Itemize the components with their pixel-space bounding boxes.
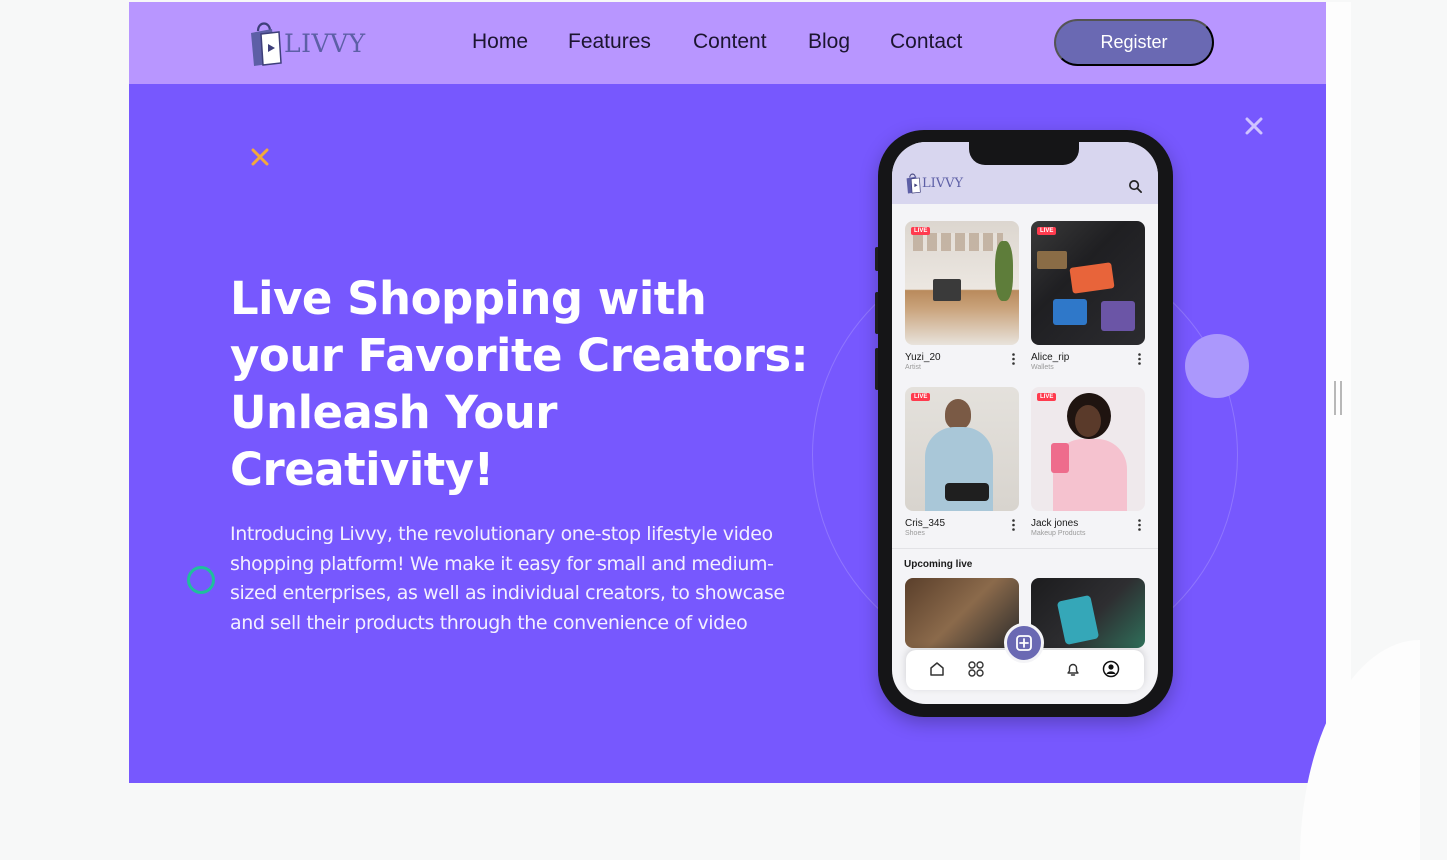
site-header: LIVVY Home Features Content Blog Contact… <box>129 2 1326 84</box>
creator-category: Makeup Products <box>1031 530 1086 537</box>
headline-line: Live Shopping with <box>230 272 707 325</box>
creator-name: Alice_rip <box>1031 352 1070 363</box>
search-icon[interactable] <box>1128 179 1143 194</box>
decorative-ring <box>187 566 215 594</box>
more-vertical-icon[interactable] <box>1012 519 1015 531</box>
creator-category: Wallets <box>1031 364 1054 371</box>
close-icon <box>251 148 269 166</box>
create-live-button[interactable] <box>1004 623 1044 663</box>
nav-item-home[interactable]: Home <box>472 30 528 54</box>
description-line: and sell their products through the conv… <box>230 611 748 634</box>
live-thumbnail: LIVE <box>1031 221 1145 345</box>
nav-item-blog[interactable]: Blog <box>808 30 850 54</box>
creator-name: Jack jones <box>1031 518 1079 529</box>
app-name: LIVVY <box>922 175 964 191</box>
upcoming-card[interactable] <box>1031 578 1145 648</box>
phone-mockup: LIVVY LIVE Yuzi_20 Artist LIVE Alice_rip… <box>878 130 1173 717</box>
creator-name: Cris_345 <box>905 518 946 529</box>
creator-category: Artist <box>905 364 921 371</box>
wallet-orange <box>1069 262 1115 294</box>
bag-play-icon <box>251 22 282 66</box>
brand-name: LIVVY <box>284 28 366 58</box>
creator-category: Shoes <box>905 530 925 537</box>
headline-line: Unleash Your <box>230 386 557 439</box>
nav-item-features[interactable]: Features <box>568 30 651 54</box>
home-icon[interactable] <box>928 660 946 678</box>
more-vertical-icon[interactable] <box>1138 519 1141 531</box>
headline-line: your Favorite Creators: <box>230 329 809 382</box>
brand-logo[interactable]: LIVVY <box>248 19 366 67</box>
hero-page: LIVVY Home Features Content Blog Contact… <box>129 2 1326 783</box>
description-line: Introducing Livvy, the revolutionary one… <box>230 523 773 545</box>
hero-headline: Live Shopping with your Favorite Creator… <box>230 270 830 498</box>
more-vertical-icon[interactable] <box>1012 353 1015 365</box>
live-thumbnail: LIVE <box>1031 387 1145 511</box>
plant <box>995 241 1013 301</box>
live-thumbnail: LIVE <box>905 387 1019 511</box>
nav-item-contact[interactable]: Contact <box>890 30 962 54</box>
nav-item-content[interactable]: Content <box>693 30 767 54</box>
live-badge: LIVE <box>1037 393 1057 401</box>
description-line: sized enterprises, as well as individual… <box>230 582 785 604</box>
upcoming-live-title: Upcoming live <box>904 559 973 570</box>
wall-photos <box>913 233 1003 251</box>
more-vertical-icon[interactable] <box>1138 353 1141 365</box>
live-badge: LIVE <box>911 393 931 401</box>
upcoming-card[interactable] <box>905 578 1019 648</box>
live-badge: LIVE <box>1037 227 1057 235</box>
app-logo: LIVVY <box>905 172 963 194</box>
decorative-ball <box>1185 334 1249 398</box>
phone-notch <box>969 142 1079 165</box>
live-thumbnail: LIVE <box>905 221 1019 345</box>
user-circle-icon[interactable] <box>1102 660 1120 678</box>
wallet-purple <box>1101 301 1135 331</box>
grid-icon[interactable] <box>967 660 985 678</box>
section-divider <box>892 548 1158 549</box>
headline-line: Creativity! <box>230 443 494 496</box>
shoe <box>945 483 989 501</box>
creator-name: Yuzi_20 <box>905 352 941 363</box>
person-head <box>945 399 971 429</box>
plus-square-icon <box>1016 635 1032 651</box>
bell-icon[interactable] <box>1064 660 1082 678</box>
phone-screen: LIVVY LIVE Yuzi_20 Artist LIVE Alice_rip… <box>892 142 1158 704</box>
close-icon <box>1245 117 1263 135</box>
wallet-blue <box>1053 299 1087 325</box>
product-pack <box>1056 594 1100 646</box>
register-button[interactable]: Register <box>1054 19 1214 66</box>
live-badge: LIVE <box>911 227 931 235</box>
product-pouch <box>1051 443 1069 473</box>
scrollbar-grip[interactable] <box>1334 381 1342 415</box>
bag-play-icon <box>906 173 921 194</box>
monitor <box>933 279 961 301</box>
hero-description: Introducing Livvy, the revolutionary one… <box>230 520 810 638</box>
wallet-tan <box>1037 251 1067 269</box>
person-face <box>1075 405 1101 437</box>
description-line: shopping platform! We make it easy for s… <box>230 552 774 575</box>
